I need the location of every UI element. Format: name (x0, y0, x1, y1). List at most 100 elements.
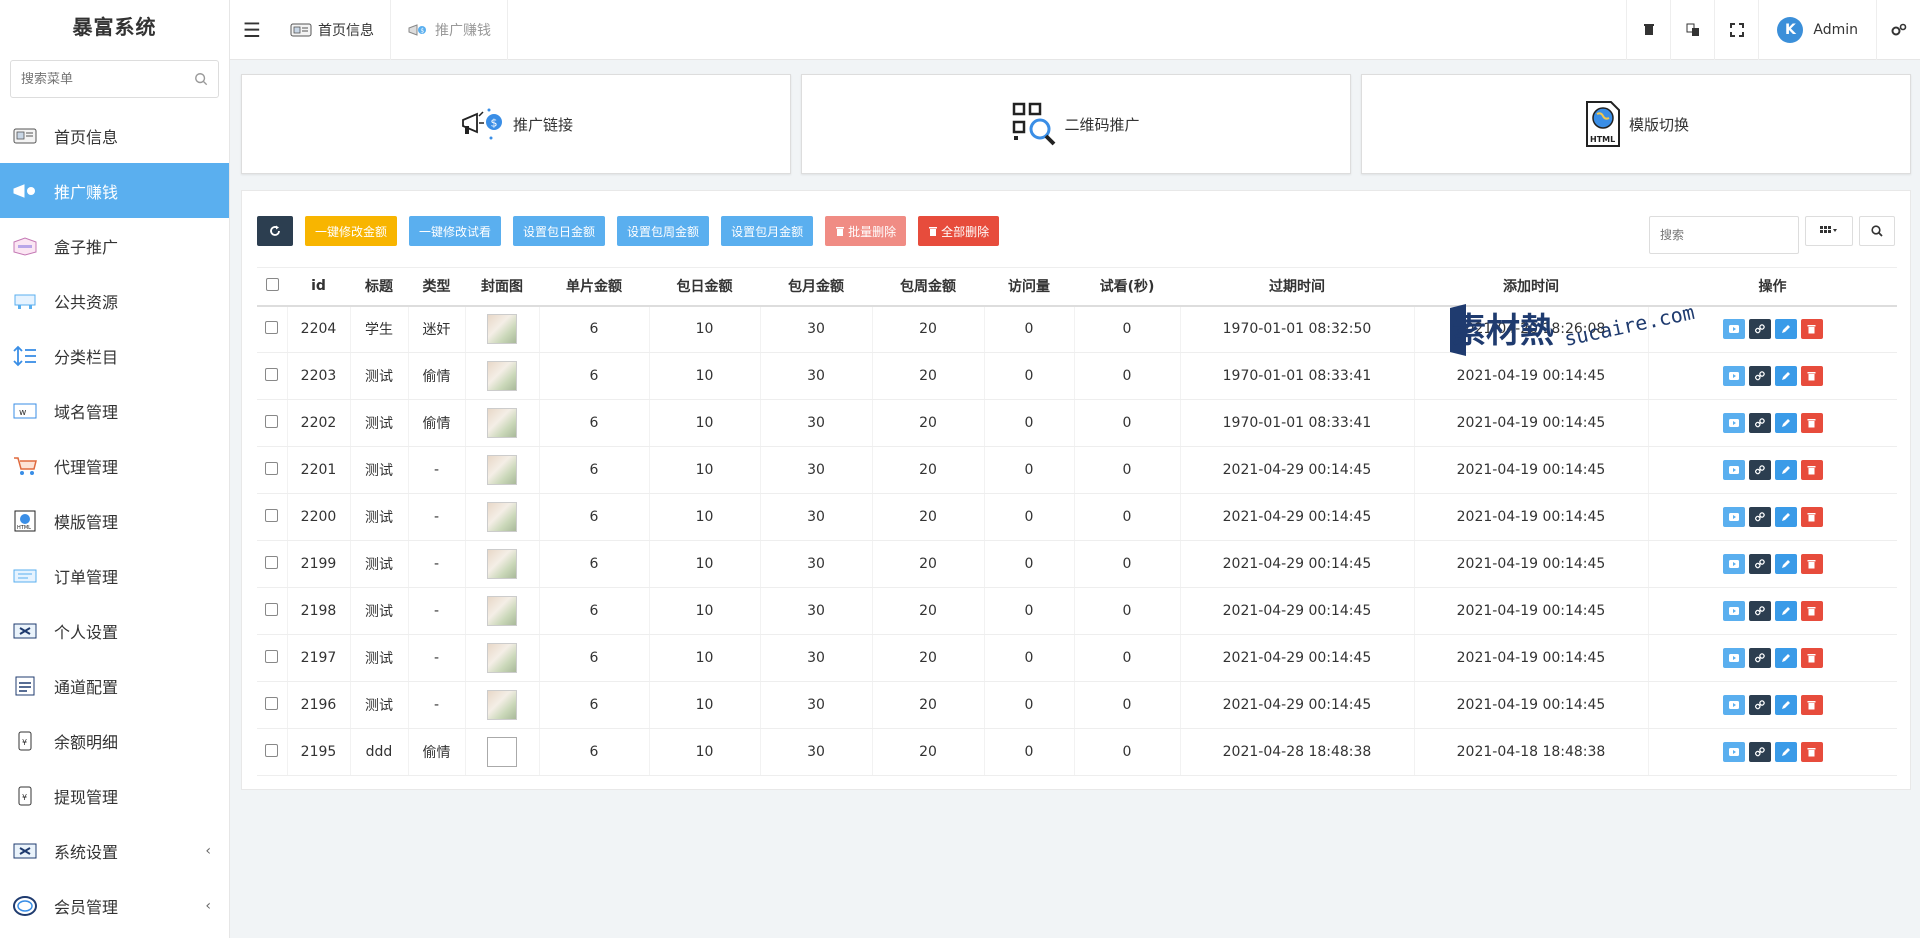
hamburger-menu-icon[interactable]: ☰ (230, 0, 274, 60)
sidebar-item[interactable]: w 域名管理 (0, 383, 229, 438)
row-select-cell[interactable] (257, 540, 288, 588)
edit-button[interactable] (1774, 742, 1797, 762)
columns-toggle-button[interactable] (1805, 216, 1853, 246)
select-all-checkbox[interactable] (265, 277, 279, 291)
row-checkbox[interactable] (265, 649, 279, 663)
sidebar-item[interactable]: ¥ 提现管理 (0, 768, 229, 823)
select-all-cell[interactable] (257, 267, 287, 307)
card-qrcode[interactable]: 二维码推广 (801, 74, 1351, 174)
row-select-cell[interactable] (257, 399, 288, 447)
chevron-left-icon[interactable]: ‹ (205, 843, 211, 859)
sidebar-item[interactable]: 通道配置 (0, 658, 229, 713)
translate-icon[interactable] (1670, 0, 1714, 60)
bulk-edit-amount-button[interactable]: 一键修改金额 (305, 216, 398, 246)
row-checkbox[interactable] (265, 696, 279, 710)
sidebar-item[interactable]: 个人设置 (0, 603, 229, 658)
sidebar-item[interactable]: 分类栏目 (0, 328, 229, 383)
delete-button[interactable] (1800, 366, 1823, 386)
row-select-cell[interactable] (257, 681, 288, 729)
copy-link-button[interactable] (1748, 601, 1771, 621)
fullscreen-icon[interactable] (1714, 0, 1758, 60)
refresh-button[interactable] (257, 216, 293, 246)
copy-link-button[interactable] (1748, 460, 1771, 480)
edit-button[interactable] (1774, 554, 1797, 574)
set-weekly-amount-button[interactable]: 设置包周金额 (617, 216, 710, 246)
column-header[interactable]: 包日金额 (649, 267, 760, 307)
sidebar-item[interactable]: ¥ 余额明细 (0, 713, 229, 768)
user-menu[interactable]: K Admin (1758, 0, 1876, 60)
row-checkbox[interactable] (265, 508, 279, 522)
column-header[interactable]: 标题 (350, 267, 408, 307)
edit-button[interactable] (1774, 413, 1797, 433)
copy-link-button[interactable] (1748, 319, 1771, 340)
card-template-switch[interactable]: HTML 模版切换 (1361, 74, 1911, 174)
cover-thumbnail[interactable] (487, 596, 517, 626)
delete-button[interactable] (1800, 695, 1823, 715)
column-header[interactable]: 包周金额 (872, 267, 984, 307)
column-header[interactable]: 试看(秒) (1074, 267, 1180, 307)
tab-promote[interactable]: $ 推广赚钱 (391, 0, 508, 60)
delete-button[interactable] (1800, 554, 1823, 574)
bulk-edit-trial-button[interactable]: 一键修改试看 (409, 216, 502, 246)
sidebar-item[interactable]: 盒子推广 (0, 218, 229, 273)
gear-icon[interactable] (1876, 0, 1920, 60)
set-daily-amount-button[interactable]: 设置包日金额 (513, 216, 606, 246)
chevron-left-icon[interactable]: ‹ (205, 898, 211, 914)
copy-link-button[interactable] (1748, 366, 1771, 386)
copy-link-button[interactable] (1748, 413, 1771, 433)
edit-button[interactable] (1774, 601, 1797, 621)
cover-thumbnail[interactable] (487, 361, 517, 391)
table-row[interactable]: 2195 ddd 偷情 6 10 30 20 0 0 2021-04-28 18:48:38 202… (257, 728, 1897, 776)
table-search-input[interactable] (1649, 216, 1799, 254)
table-row[interactable]: 2198 测试 -6 10 30 20 0 0 2021-04-29 00:14:45 2021-… (257, 587, 1897, 635)
cover-thumbnail[interactable] (487, 643, 517, 673)
delete-all-button[interactable]: 全部删除 (918, 216, 1000, 246)
preview-button[interactable] (1722, 648, 1745, 668)
column-header[interactable]: 封面图 (465, 267, 539, 307)
table-row[interactable]: 2196 测试 -6 10 30 20 0 0 2021-04-29 00:14:45 2021-… (257, 681, 1897, 729)
preview-button[interactable] (1722, 460, 1745, 480)
row-checkbox[interactable] (265, 743, 279, 757)
sidebar-item[interactable]: 公共资源 (0, 273, 229, 328)
table-row[interactable]: 2202 测试 偷情 6 10 30 20 0 0 1970-01-01 08:33:41 2021… (257, 399, 1897, 447)
edit-button[interactable] (1774, 648, 1797, 668)
delete-button[interactable] (1800, 460, 1823, 480)
delete-button[interactable] (1800, 601, 1823, 621)
row-checkbox[interactable] (265, 367, 279, 381)
preview-button[interactable] (1722, 319, 1745, 340)
preview-button[interactable] (1722, 554, 1745, 574)
row-select-cell[interactable] (257, 728, 288, 776)
sidebar-item[interactable]: 推广赚钱 (0, 163, 229, 218)
column-header[interactable]: 单片金额 (539, 267, 649, 307)
copy-link-button[interactable] (1748, 695, 1771, 715)
row-select-cell[interactable] (257, 305, 288, 353)
column-header[interactable]: 包月金额 (760, 267, 872, 307)
trash-icon[interactable] (1626, 0, 1670, 60)
preview-button[interactable] (1722, 695, 1745, 715)
column-header[interactable]: id (287, 267, 350, 307)
row-checkbox[interactable] (265, 602, 279, 616)
preview-button[interactable] (1722, 413, 1745, 433)
row-select-cell[interactable] (257, 352, 288, 400)
row-select-cell[interactable] (257, 587, 288, 635)
row-checkbox[interactable] (265, 461, 279, 475)
cover-thumbnail[interactable] (487, 314, 517, 345)
table-row[interactable]: 2201 测试 -6 10 30 20 0 0 2021-04-29 00:14:45 2021-… (257, 446, 1897, 494)
row-select-cell[interactable] (257, 446, 288, 494)
row-checkbox[interactable] (265, 555, 279, 569)
cover-thumbnail[interactable] (487, 737, 517, 767)
row-checkbox[interactable] (265, 414, 279, 428)
cover-thumbnail[interactable] (487, 502, 517, 532)
column-header[interactable]: 访问量 (984, 267, 1074, 307)
preview-button[interactable] (1722, 742, 1745, 762)
tab-home[interactable]: 首页信息 (274, 0, 391, 60)
table-row[interactable]: 2204 学生 迷奸 6 10 30 20 0 0 1970-01-01 08:32:50 2021… (257, 305, 1897, 353)
table-row[interactable]: 2197 测试 -6 10 30 20 0 0 2021-04-29 00:14:45 2021-… (257, 634, 1897, 682)
copy-link-button[interactable] (1748, 648, 1771, 668)
table-row[interactable]: 2200 测试 -6 10 30 20 0 0 2021-04-29 00:14:45 2021-… (257, 493, 1897, 541)
edit-button[interactable] (1774, 460, 1797, 480)
copy-link-button[interactable] (1748, 554, 1771, 574)
sidebar-item[interactable]: 订单管理 (0, 548, 229, 603)
delete-button[interactable] (1800, 742, 1823, 762)
edit-button[interactable] (1774, 366, 1797, 386)
